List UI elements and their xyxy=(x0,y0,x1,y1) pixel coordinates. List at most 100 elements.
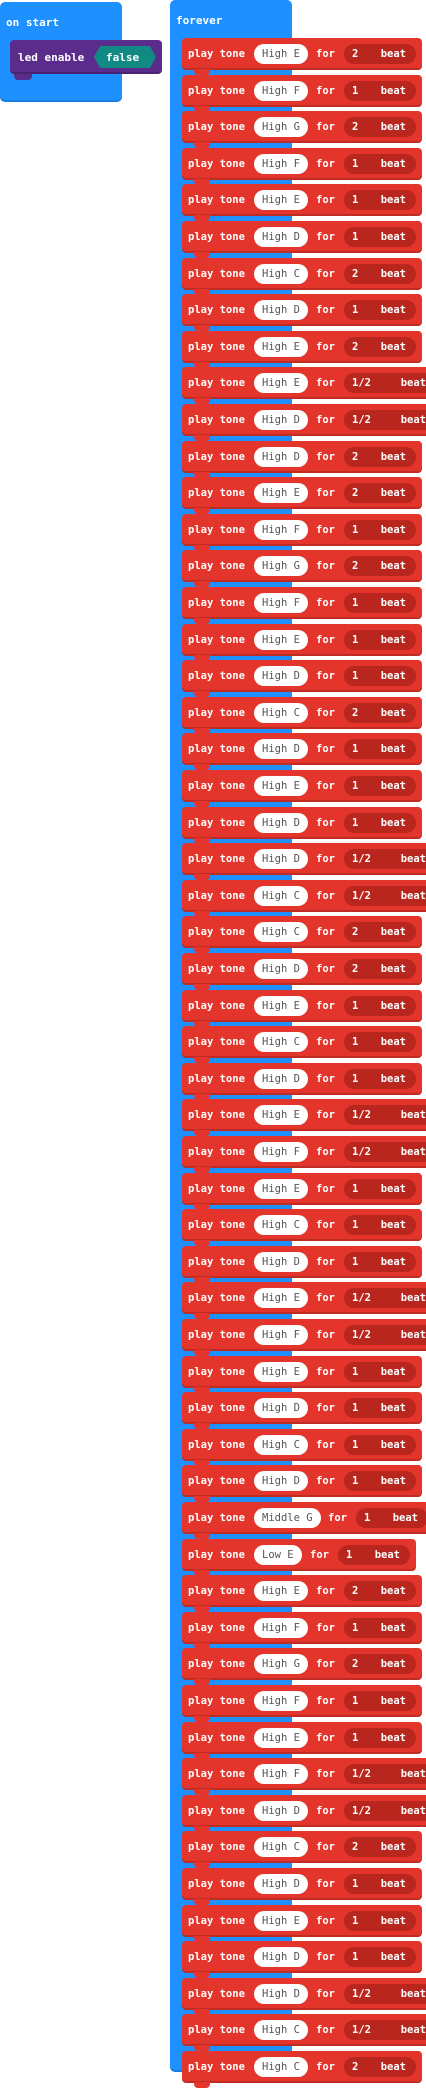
play-tone-block[interactable]: play tone High E for 1/2 beat xyxy=(182,1282,426,1319)
play-tone-block[interactable]: play tone High C for 2 beat xyxy=(182,697,422,734)
play-tone-block[interactable]: play tone High E for 2 beat xyxy=(182,477,422,514)
note-dropdown[interactable]: High D xyxy=(254,447,308,467)
beat-dropdown[interactable]: 1 beat xyxy=(344,1874,416,1894)
play-tone-block[interactable]: play tone High D for 1 beat xyxy=(182,1246,422,1283)
note-dropdown[interactable]: High C xyxy=(254,1215,308,1235)
beat-dropdown[interactable]: 1 beat xyxy=(344,1362,416,1382)
play-tone-block[interactable]: play tone High D for 1 beat xyxy=(182,733,422,770)
play-tone-block[interactable]: play tone High E for 1 beat xyxy=(182,1173,422,1210)
note-dropdown[interactable]: High C xyxy=(254,1837,308,1857)
beat-dropdown[interactable]: 1/2 beat xyxy=(344,1325,426,1345)
play-tone-block[interactable]: play tone High E for 1 beat xyxy=(182,1356,422,1393)
note-dropdown[interactable]: High F xyxy=(254,1691,308,1711)
play-tone-block[interactable]: play tone High G for 2 beat xyxy=(182,550,422,587)
beat-dropdown[interactable]: 2 beat xyxy=(344,2057,416,2077)
play-tone-block[interactable]: play tone High C for 1 beat xyxy=(182,1209,422,1246)
note-dropdown[interactable]: High G xyxy=(254,1654,308,1674)
play-tone-block[interactable]: play tone High D for 1 beat xyxy=(182,294,422,331)
play-tone-block[interactable]: play tone High D for 2 beat xyxy=(182,953,422,990)
play-tone-block[interactable]: play tone High E for 1 beat xyxy=(182,1905,422,1942)
note-dropdown[interactable]: High E xyxy=(254,190,308,210)
note-dropdown[interactable]: High D xyxy=(254,227,308,247)
note-dropdown[interactable]: High D xyxy=(254,300,308,320)
note-dropdown[interactable]: High E xyxy=(254,1288,308,1308)
play-tone-block[interactable]: play tone High E for 1 beat xyxy=(182,1722,422,1759)
beat-dropdown[interactable]: 1/2 beat xyxy=(344,1801,426,1821)
note-dropdown[interactable]: High D xyxy=(254,1984,308,2004)
note-dropdown[interactable]: High C xyxy=(254,1032,308,1052)
note-dropdown[interactable]: Middle G xyxy=(254,1508,321,1528)
note-dropdown[interactable]: High D xyxy=(254,1471,308,1491)
beat-dropdown[interactable]: 1/2 beat xyxy=(344,410,426,430)
beat-dropdown[interactable]: 1 beat xyxy=(344,190,416,210)
beat-dropdown[interactable]: 2 beat xyxy=(344,703,416,723)
play-tone-block[interactable]: play tone High D for 1 beat xyxy=(182,1941,422,1978)
beat-dropdown[interactable]: 2 beat xyxy=(344,556,416,576)
note-dropdown[interactable]: High F xyxy=(254,154,308,174)
beat-dropdown[interactable]: 1 beat xyxy=(344,227,416,247)
note-dropdown[interactable]: High D xyxy=(254,666,308,686)
note-dropdown[interactable]: High D xyxy=(254,1252,308,1272)
beat-dropdown[interactable]: 2 beat xyxy=(344,483,416,503)
beat-dropdown[interactable]: 1 beat xyxy=(344,81,416,101)
play-tone-block[interactable]: play tone High D for 1/2 beat xyxy=(182,1795,426,1832)
play-tone-block[interactable]: play tone High D for 1 beat xyxy=(182,1868,422,1905)
note-dropdown[interactable]: High E xyxy=(254,996,308,1016)
note-dropdown[interactable]: High E xyxy=(254,1581,308,1601)
note-dropdown[interactable]: High C xyxy=(254,1435,308,1455)
beat-dropdown[interactable]: 1 beat xyxy=(344,1471,416,1491)
play-tone-block[interactable]: play tone High C for 1/2 beat xyxy=(182,880,426,917)
play-tone-block[interactable]: play tone High E for 2 beat xyxy=(182,331,422,368)
note-dropdown[interactable]: High E xyxy=(254,483,308,503)
note-dropdown[interactable]: High C xyxy=(254,2020,308,2040)
note-dropdown[interactable]: High F xyxy=(254,1142,308,1162)
beat-dropdown[interactable]: 1 beat xyxy=(344,520,416,540)
note-dropdown[interactable]: High E xyxy=(254,1179,308,1199)
beat-dropdown[interactable]: 2 beat xyxy=(344,447,416,467)
play-tone-block[interactable]: play tone Low E for 1 beat xyxy=(182,1539,416,1576)
beat-dropdown[interactable]: 1 beat xyxy=(344,1435,416,1455)
play-tone-block[interactable]: play tone High E for 1/2 beat xyxy=(182,1099,426,1136)
play-tone-block[interactable]: play tone High C for 1/2 beat xyxy=(182,2014,426,2051)
beat-dropdown[interactable]: 1 beat xyxy=(356,1508,426,1528)
beat-dropdown[interactable]: 1 beat xyxy=(338,1545,410,1565)
play-tone-block[interactable]: play tone High C for 2 beat xyxy=(182,258,422,295)
play-tone-block[interactable]: play tone High E for 1/2 beat xyxy=(182,367,426,404)
play-tone-block[interactable]: play tone High E for 1 beat xyxy=(182,624,422,661)
note-dropdown[interactable]: High F xyxy=(254,1325,308,1345)
play-tone-block[interactable]: play tone High D for 1/2 beat xyxy=(182,843,426,880)
note-dropdown[interactable]: High E xyxy=(254,337,308,357)
beat-dropdown[interactable]: 1 beat xyxy=(344,666,416,686)
play-tone-block[interactable]: play tone High D for 1 beat xyxy=(182,1392,422,1429)
play-tone-block[interactable]: play tone High G for 2 beat xyxy=(182,1648,422,1685)
beat-dropdown[interactable]: 2 beat xyxy=(344,1581,416,1601)
note-dropdown[interactable]: High E xyxy=(254,1362,308,1382)
beat-dropdown[interactable]: 1/2 beat xyxy=(344,1984,426,2004)
beat-dropdown[interactable]: 1 beat xyxy=(344,1728,416,1748)
beat-dropdown[interactable]: 2 beat xyxy=(344,337,416,357)
note-dropdown[interactable]: High E xyxy=(254,776,308,796)
beat-dropdown[interactable]: 1/2 beat xyxy=(344,1105,426,1125)
play-tone-block[interactable]: play tone High F for 1 beat xyxy=(182,75,422,112)
note-dropdown[interactable]: High E xyxy=(254,44,308,64)
play-tone-block[interactable]: play tone High F for 1 beat xyxy=(182,587,422,624)
play-tone-block[interactable]: play tone High D for 1 beat xyxy=(182,1465,422,1502)
note-dropdown[interactable]: High F xyxy=(254,1764,308,1784)
play-tone-block[interactable]: play tone High D for 1 beat xyxy=(182,660,422,697)
note-dropdown[interactable]: High E xyxy=(254,373,308,393)
note-dropdown[interactable]: High D xyxy=(254,1874,308,1894)
note-dropdown[interactable]: High C xyxy=(254,703,308,723)
note-dropdown[interactable]: High D xyxy=(254,739,308,759)
play-tone-block[interactable]: play tone High D for 2 beat xyxy=(182,441,422,478)
note-dropdown[interactable]: High F xyxy=(254,1618,308,1638)
play-tone-block[interactable]: play tone High E for 2 beat xyxy=(182,1575,422,1612)
note-dropdown[interactable]: High D xyxy=(254,849,308,869)
beat-dropdown[interactable]: 2 beat xyxy=(344,264,416,284)
play-tone-block[interactable]: play tone High D for 1 beat xyxy=(182,1063,422,1100)
beat-dropdown[interactable]: 1 beat xyxy=(344,813,416,833)
play-tone-block[interactable]: play tone High C for 2 beat xyxy=(182,2051,422,2088)
note-dropdown[interactable]: High C xyxy=(254,264,308,284)
beat-dropdown[interactable]: 2 beat xyxy=(344,1654,416,1674)
note-dropdown[interactable]: High E xyxy=(254,630,308,650)
beat-dropdown[interactable]: 1 beat xyxy=(344,996,416,1016)
